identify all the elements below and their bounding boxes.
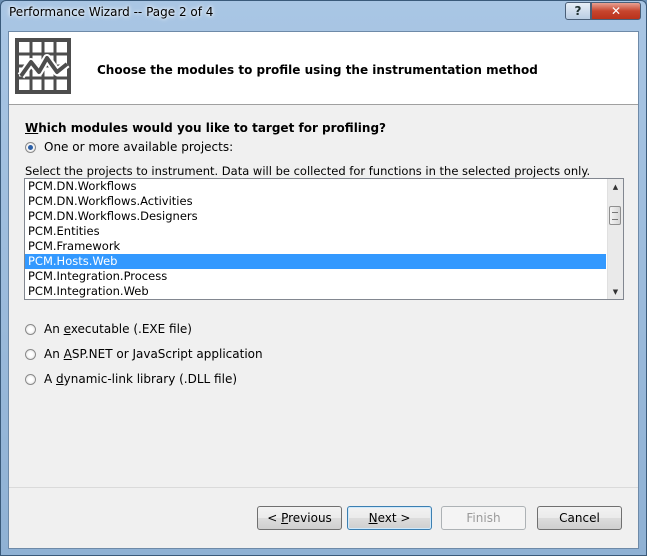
instrument-instructions: Select the projects to instrument. Data … (25, 164, 591, 178)
modules-question: Which modules would you like to target f… (25, 121, 386, 135)
radio-aspnet-label: An ASP.NET or JavaScript application (44, 347, 263, 361)
vertical-scrollbar[interactable]: ▲ ▼ (607, 179, 623, 299)
radio-available-projects[interactable]: One or more available projects: (25, 140, 233, 154)
scrollbar-thumb[interactable] (609, 206, 621, 225)
question-text: hich modules would you like to target fo… (38, 121, 387, 135)
radio-available-projects-label: One or more available projects: (44, 140, 234, 154)
help-button[interactable]: ? (565, 2, 591, 20)
next-button[interactable]: Next > (347, 506, 432, 530)
wizard-header: Choose the modules to profile using the … (9, 32, 638, 105)
performance-chart-icon (15, 38, 71, 94)
question-access-key: W (25, 121, 39, 135)
projects-listbox[interactable]: PCM.DN.Workflows PCM.DN.Workflows.Activit… (24, 178, 624, 300)
radio-dll-label: A dynamic-link library (.DLL file) (44, 372, 238, 386)
project-list-item[interactable]: PCM.DN.Workflows.Activities (25, 194, 606, 209)
finish-button: Finish (441, 506, 526, 530)
wizard-client-area: Choose the modules to profile using the … (8, 31, 639, 549)
radio-executable[interactable]: An executable (.EXE file) (25, 322, 192, 336)
radio-indicator[interactable] (25, 323, 36, 335)
scroll-down-arrow-icon[interactable]: ▼ (608, 284, 623, 299)
performance-wizard-window: Performance Wizard -- Page 2 of 4 ? ✕ Ch (0, 0, 647, 556)
radio-indicator[interactable] (25, 373, 36, 385)
scroll-up-arrow-icon[interactable]: ▲ (608, 179, 623, 194)
radio-indicator[interactable] (25, 348, 36, 360)
cancel-button[interactable]: Cancel (537, 506, 622, 530)
project-list-item[interactable]: PCM.Hosts.Web (25, 254, 606, 269)
window-title: Performance Wizard -- Page 2 of 4 (9, 5, 214, 19)
radio-dll[interactable]: A dynamic-link library (.DLL file) (25, 372, 237, 386)
projects-list: PCM.DN.Workflows PCM.DN.Workflows.Activit… (25, 179, 606, 299)
project-list-item[interactable]: PCM.Entities (25, 224, 606, 239)
radio-indicator[interactable] (25, 141, 36, 153)
project-list-item[interactable]: PCM.Integration.Web (25, 284, 606, 299)
project-list-item[interactable]: PCM.DN.Workflows.Designers (25, 209, 606, 224)
title-bar[interactable]: Performance Wizard -- Page 2 of 4 ? ✕ (1, 1, 646, 25)
close-button[interactable]: ✕ (591, 2, 641, 20)
radio-aspnet[interactable]: An ASP.NET or JavaScript application (25, 347, 263, 361)
radio-executable-label: An executable (.EXE file) (44, 322, 192, 336)
page-title: Choose the modules to profile using the … (97, 63, 538, 77)
footer-divider (9, 487, 638, 488)
project-list-item[interactable]: PCM.DN.Workflows (25, 179, 606, 194)
project-list-item[interactable]: PCM.Integration.Process (25, 269, 606, 284)
project-list-item[interactable]: PCM.Framework (25, 239, 606, 254)
previous-button[interactable]: < Previous (257, 506, 342, 530)
